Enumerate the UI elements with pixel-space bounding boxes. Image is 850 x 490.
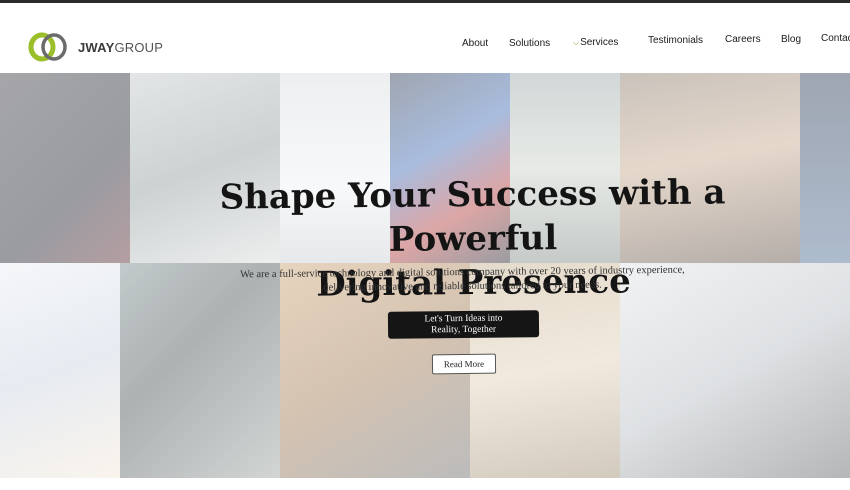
nav-testimonials[interactable]: Testimonials <box>648 35 703 46</box>
nav-services-label: Services <box>580 37 619 48</box>
hero-title-line-1: Shape Your Success with a Powerful <box>219 172 726 260</box>
nav-services[interactable]: ⌵Services <box>573 37 618 48</box>
read-more-button[interactable]: Read More <box>431 353 497 375</box>
hero-subtitle: We are a full-service technology and dig… <box>200 263 725 296</box>
site-header: JWAYGROUP About Solutions ⌵Services Test… <box>0 3 850 73</box>
hero-subtitle-line-1: We are a full-service technology and dig… <box>240 264 685 281</box>
hero-section: Shape Your Success with a Powerful Digit… <box>0 73 850 478</box>
cta-label: Let's Turn Ideas into Reality, Together <box>424 313 503 336</box>
nav-contact[interactable]: Contac <box>821 33 850 44</box>
nav-solutions[interactable]: Solutions <box>509 38 550 49</box>
chevron-down-icon: ⌵ <box>573 38 580 47</box>
page-bottom <box>0 478 850 490</box>
nav-blog[interactable]: Blog <box>781 34 801 45</box>
nav-careers[interactable]: Careers <box>725 34 761 45</box>
hero-subtitle-line-2: delivering innovative and reliable solut… <box>323 279 602 294</box>
main-nav: About Solutions ⌵Services Testimonials C… <box>0 3 850 73</box>
cta-button[interactable]: Let's Turn Ideas into Reality, Together <box>387 310 540 339</box>
nav-about[interactable]: About <box>462 38 488 49</box>
